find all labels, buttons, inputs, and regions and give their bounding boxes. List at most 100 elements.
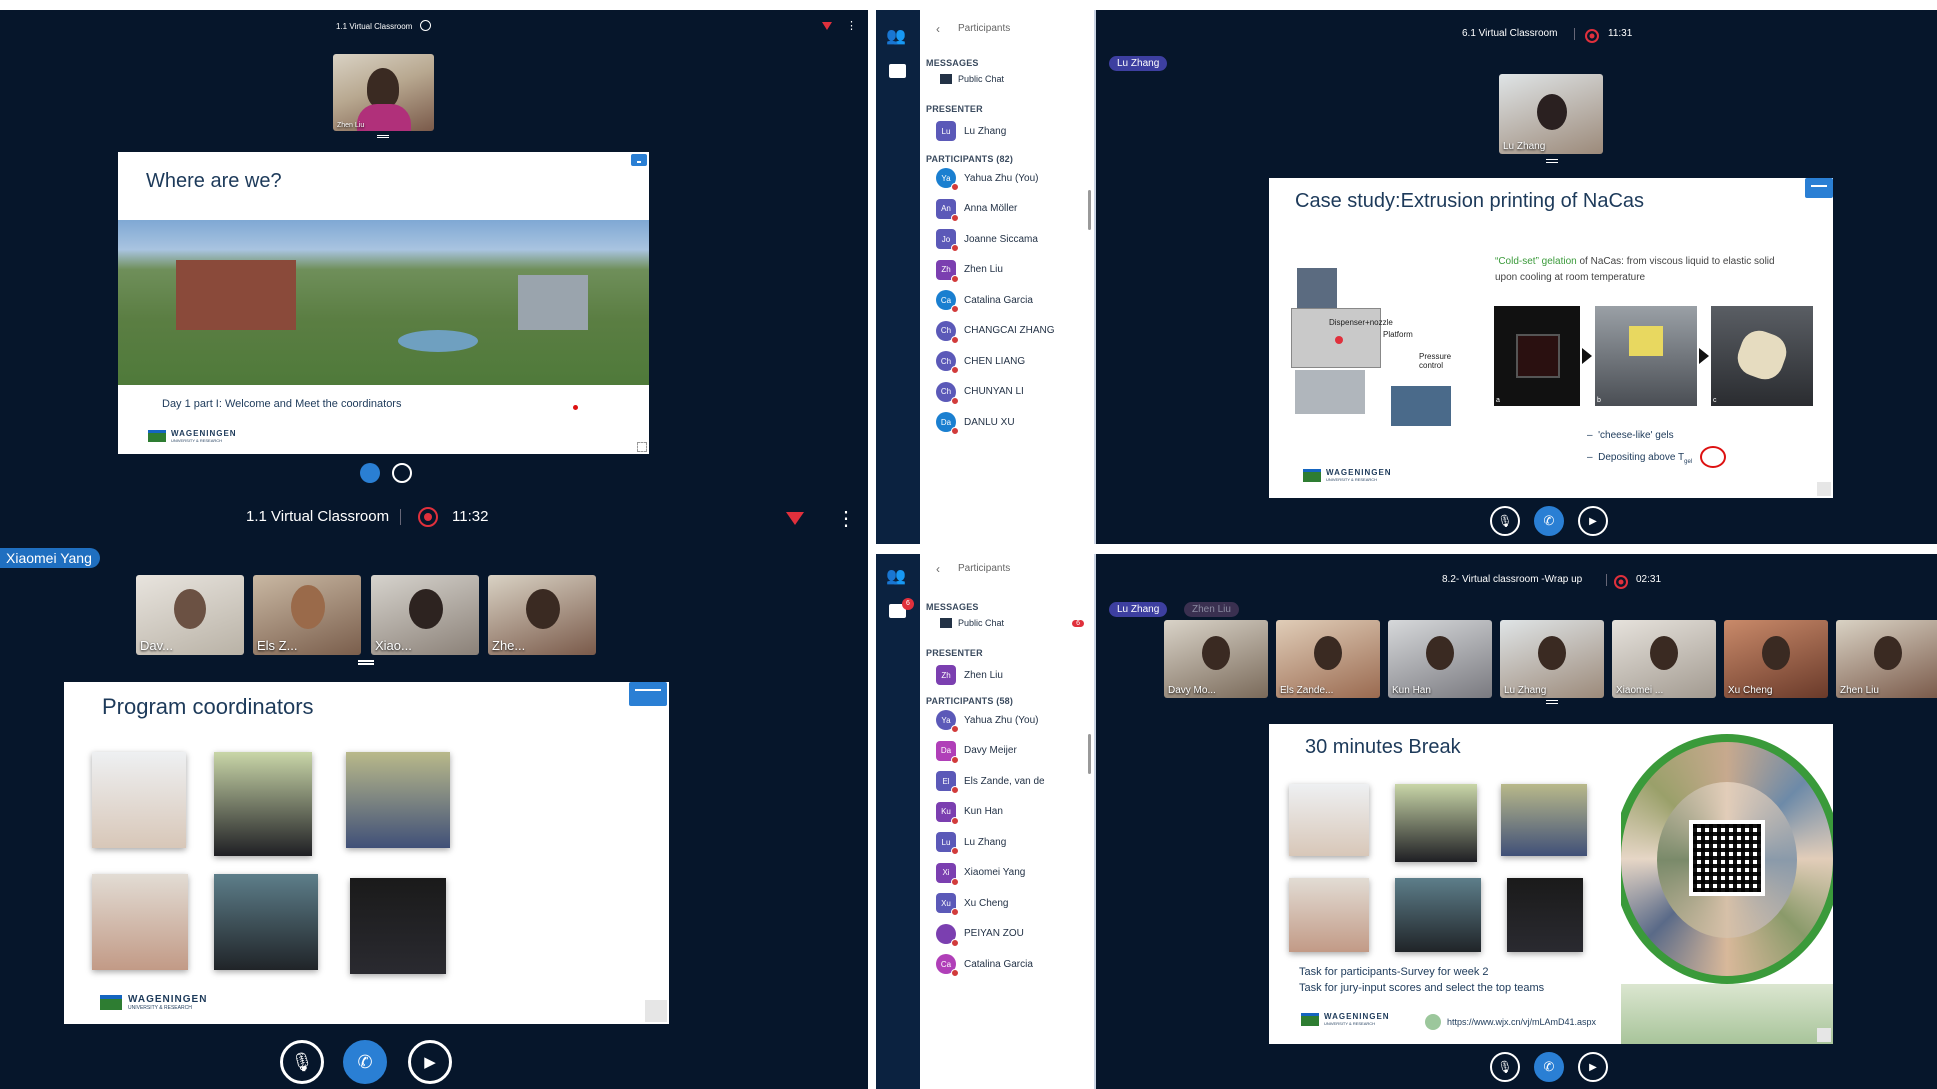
participant-item[interactable]: Lu Lu Zhang [936, 830, 1007, 855]
coordinator-photo [92, 752, 186, 848]
video-tile[interactable]: Xu Cheng [1724, 620, 1828, 698]
fullscreen-icon[interactable] [645, 1000, 667, 1022]
video-tile[interactable]: Zhen Liu [1836, 620, 1937, 698]
scrollbar[interactable] [1088, 190, 1091, 230]
participant-item[interactable]: Ya Yahua Zhu (You) [936, 708, 1039, 733]
presenter-item[interactable]: Zh Zhen Liu [936, 663, 1003, 687]
presenter-item[interactable]: Lu Lu Zhang [936, 119, 1006, 143]
share-webcam-button[interactable]: ▶ [1578, 506, 1608, 536]
participant-item[interactable]: Da Davy Meijer [936, 739, 1017, 764]
wur-logo: WAGENINGEN UNIVERSITY & RESEARCH [1301, 1012, 1390, 1026]
participant-item[interactable]: Ch CHANGCAI ZHANG [936, 319, 1055, 344]
fullscreen-icon[interactable] [1817, 1028, 1831, 1042]
participant-item[interactable]: Xi Xiaomei Yang [936, 861, 1025, 886]
participant-item[interactable]: PEIYAN ZOU [936, 922, 1024, 947]
fullscreen-icon[interactable] [637, 442, 647, 452]
tile-label: Xiaomei ... [1616, 685, 1664, 696]
diagram-label: Pressure control [1419, 352, 1452, 370]
drag-handle[interactable] [1546, 159, 1558, 163]
mute-microphone-button[interactable]: 🎙 [1490, 506, 1520, 536]
participant-item[interactable]: Da DANLU XU [936, 410, 1015, 435]
person-silhouette [1538, 636, 1566, 670]
video-tile[interactable]: Dav... [136, 575, 244, 655]
participant-name: PEIYAN ZOU [964, 928, 1024, 939]
gel-panel-c: c [1711, 306, 1813, 406]
participant-item[interactable]: Ch CHEN LIANG [936, 349, 1026, 374]
participant-item[interactable]: Ya Yahua Zhu (You) [936, 166, 1039, 191]
participant-name: CHEN LIANG [964, 355, 1026, 367]
video-tile[interactable]: Els Z... [253, 575, 361, 655]
gelation-description: “Cold-set” gelation of NaCas: from visco… [1495, 254, 1795, 286]
participant-item[interactable]: An Anna Möller [936, 197, 1017, 222]
avatar: Ku [936, 801, 959, 825]
minimize-slide-button[interactable] [1805, 178, 1833, 198]
video-tile[interactable]: Lu Zhang [1500, 620, 1604, 698]
panel-letter: b [1597, 397, 1601, 404]
leave-audio-button[interactable]: ✆ [1534, 1052, 1564, 1082]
presenter-video-tile[interactable]: Zhen Liu [333, 54, 434, 131]
more-options-icon[interactable]: ⋮ [846, 19, 857, 32]
share-webcam-button[interactable]: ▶ [1578, 1052, 1608, 1082]
video-tile[interactable]: Zhe... [488, 575, 596, 655]
users-icon[interactable]: 👥 [886, 26, 906, 46]
back-chevron-icon[interactable]: ‹ [936, 562, 940, 576]
scrollbar[interactable] [1088, 734, 1091, 774]
share-webcam-button[interactable]: ▶ [408, 1040, 452, 1084]
video-tile[interactable]: Kun Han [1388, 620, 1492, 698]
more-options-icon[interactable]: ⋮ [836, 506, 856, 531]
video-tile[interactable]: Davy Mo... [1164, 620, 1268, 698]
bullet-text: Depositing above T [1598, 452, 1685, 463]
coordinator-photo [1395, 878, 1481, 952]
network-icon[interactable] [822, 22, 832, 30]
chat-icon[interactable] [889, 64, 906, 78]
public-chat-item[interactable]: Public Chat 6 [940, 618, 1090, 628]
participants-panel: ‹ Participants MESSAGES Public Chat PRES… [920, 10, 1096, 544]
tile-label: Zhen Liu [337, 122, 365, 129]
drag-handle[interactable] [358, 660, 374, 665]
mute-microphone-button[interactable]: 🎙 [280, 1040, 324, 1084]
session-6-1: 👥 ‹ Participants MESSAGES Public Chat PR… [876, 10, 1937, 544]
participant-item[interactable]: Ca Catalina Garcia [936, 288, 1033, 313]
drag-handle[interactable] [1546, 700, 1558, 704]
fullscreen-icon[interactable] [1817, 482, 1831, 496]
mute-microphone-button[interactable]: 🎙 [1490, 1052, 1520, 1082]
video-tile[interactable]: Els Zande... [1276, 620, 1380, 698]
participant-item[interactable]: El Els Zande, van de [936, 769, 1045, 794]
video-tile[interactable]: Xiaomei ... [1612, 620, 1716, 698]
chat-bubble-icon [940, 74, 952, 84]
mic-status-icon [951, 183, 959, 191]
avatar: Zh [936, 665, 956, 685]
panel-letter: c [1713, 397, 1717, 404]
recording-icon[interactable] [418, 507, 438, 527]
coordinator-photo [346, 752, 450, 848]
video-tile[interactable]: Lu Zhang [1499, 74, 1603, 154]
participant-name: Lu Zhang [964, 836, 1007, 848]
participant-item[interactable]: Ca Catalina Garcia [936, 952, 1033, 977]
leave-audio-button[interactable]: ✆ [1534, 506, 1564, 536]
recording-icon[interactable] [1585, 28, 1599, 43]
audio-button[interactable] [360, 463, 380, 483]
participant-name: Zhen Liu [964, 264, 1003, 275]
tile-label: Lu Zhang [1503, 141, 1546, 152]
back-chevron-icon[interactable]: ‹ [936, 22, 940, 36]
minimize-slide-button[interactable] [629, 682, 667, 706]
video-tile[interactable]: Xiao... [371, 575, 479, 655]
annotation-circle [1700, 446, 1726, 468]
survey-link[interactable]: https://www.wjx.cn/vj/mLAmD41.aspx [1447, 1017, 1596, 1027]
person-silhouette [1537, 94, 1567, 130]
participant-item[interactable]: Xu Xu Cheng [936, 891, 1008, 916]
users-icon[interactable]: 👥 [886, 566, 906, 586]
public-chat-item[interactable]: Public Chat [940, 74, 1004, 84]
network-icon[interactable] [786, 512, 804, 525]
share-button[interactable] [392, 463, 412, 483]
participant-item[interactable]: Zh Zhen Liu [936, 258, 1003, 283]
participant-item[interactable]: Ku Kun Han [936, 800, 1003, 825]
participant-item[interactable]: Jo Joanne Siccama [936, 227, 1038, 252]
participant-item[interactable]: Ch CHUNYAN LI [936, 380, 1024, 405]
minimize-slide-button[interactable] [631, 154, 647, 166]
avatar: El [936, 771, 959, 794]
leave-audio-button[interactable]: ✆ [343, 1040, 387, 1084]
timer-icon[interactable] [420, 20, 431, 31]
drag-handle[interactable] [377, 135, 389, 138]
recording-icon[interactable] [1614, 574, 1628, 589]
